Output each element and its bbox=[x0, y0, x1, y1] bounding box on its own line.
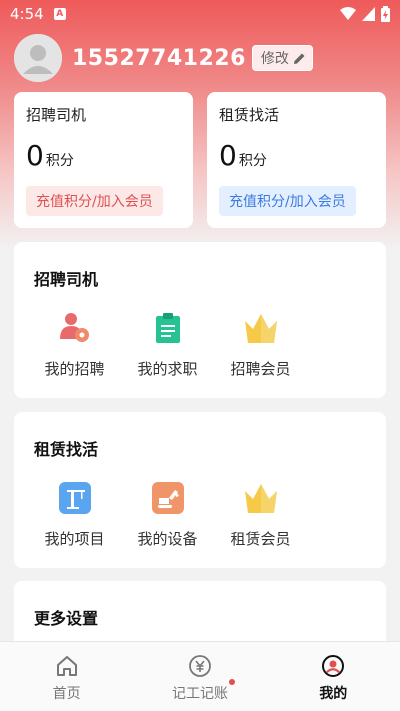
my-job-search-item[interactable]: 我的求职 bbox=[121, 310, 214, 379]
recruit-points-unit: 积分 bbox=[45, 153, 74, 169]
recruit-section: 招聘司机 我的招聘 我的求职 招聘会员 bbox=[14, 242, 386, 398]
more-settings-title: 更多设置 bbox=[34, 609, 99, 628]
excavator-icon bbox=[150, 480, 186, 516]
rental-membership-item[interactable]: 租赁会员 bbox=[214, 480, 307, 549]
rental-section-title: 租赁找活 bbox=[34, 440, 99, 459]
tab-mine[interactable]: 我的 bbox=[267, 642, 400, 711]
crown-icon bbox=[243, 310, 279, 346]
status-bar: 4:54 A bbox=[0, 0, 400, 28]
status-icons bbox=[340, 6, 390, 22]
tab-bookkeeping[interactable]: 记工记账 bbox=[133, 642, 266, 711]
home-icon bbox=[54, 653, 80, 679]
phone-number: 15527741226 bbox=[72, 45, 246, 71]
my-equipment-label: 我的设备 bbox=[137, 530, 198, 548]
rental-section: 租赁找活 我的项目 我的设备 租赁会员 bbox=[14, 412, 386, 568]
profile-header: 15527741226 修改 bbox=[14, 33, 313, 83]
signal-icon bbox=[362, 7, 375, 21]
clipboard-icon bbox=[150, 310, 186, 346]
bottom-tab-bar: 首页 记工记账 我的 bbox=[0, 641, 400, 711]
tab-bookkeeping-label: 记工记账 bbox=[171, 686, 228, 702]
rental-membership-label: 租赁会员 bbox=[230, 530, 291, 548]
rental-card-title: 租赁找活 bbox=[219, 106, 280, 124]
recruit-section-items: 我的招聘 我的求职 招聘会员 bbox=[28, 310, 307, 379]
user-gear-icon bbox=[57, 310, 93, 346]
rental-points-card: 租赁找活 0 积分 充值积分/加入会员 bbox=[207, 92, 386, 228]
recruit-points-card: 招聘司机 0 积分 充值积分/加入会员 bbox=[14, 92, 193, 228]
recruit-membership-item[interactable]: 招聘会员 bbox=[214, 310, 307, 379]
wifi-icon bbox=[340, 7, 356, 20]
recruit-section-title: 招聘司机 bbox=[34, 270, 99, 289]
recruit-points-value: 0 bbox=[26, 139, 44, 172]
recruit-recharge-button[interactable]: 充值积分/加入会员 bbox=[26, 186, 163, 216]
edit-label: 修改 bbox=[260, 51, 289, 67]
my-job-search-label: 我的求职 bbox=[137, 360, 198, 378]
status-time: 4:54 bbox=[10, 5, 44, 23]
my-recruitment-label: 我的招聘 bbox=[44, 360, 105, 378]
battery-icon bbox=[381, 6, 390, 22]
my-projects-item[interactable]: 我的项目 bbox=[28, 480, 121, 549]
recruit-points: 0 积分 bbox=[26, 139, 181, 172]
my-equipment-item[interactable]: 我的设备 bbox=[121, 480, 214, 549]
rental-section-items: 我的项目 我的设备 租赁会员 bbox=[28, 480, 307, 549]
default-avatar-icon bbox=[14, 34, 62, 82]
profile-icon bbox=[320, 653, 346, 679]
pencil-icon bbox=[293, 53, 305, 64]
yuan-icon bbox=[187, 653, 213, 679]
recruit-card-title: 招聘司机 bbox=[26, 106, 87, 124]
tab-mine-label: 我的 bbox=[319, 686, 348, 702]
rental-points-unit: 积分 bbox=[238, 153, 267, 169]
notification-dot bbox=[229, 679, 236, 685]
recruit-membership-label: 招聘会员 bbox=[230, 360, 291, 378]
tab-home[interactable]: 首页 bbox=[0, 642, 133, 711]
edit-profile-button[interactable]: 修改 bbox=[251, 45, 313, 71]
my-recruitment-item[interactable]: 我的招聘 bbox=[28, 310, 121, 379]
crown-icon bbox=[243, 480, 279, 516]
avatar[interactable] bbox=[14, 34, 62, 82]
rental-points: 0 积分 bbox=[219, 139, 374, 172]
my-projects-label: 我的项目 bbox=[44, 530, 105, 548]
rental-points-value: 0 bbox=[219, 139, 237, 172]
notification-a-icon: A bbox=[53, 8, 66, 20]
tab-home-label: 首页 bbox=[52, 686, 81, 702]
rental-recharge-button[interactable]: 充值积分/加入会员 bbox=[219, 186, 356, 216]
crane-icon bbox=[57, 480, 93, 516]
